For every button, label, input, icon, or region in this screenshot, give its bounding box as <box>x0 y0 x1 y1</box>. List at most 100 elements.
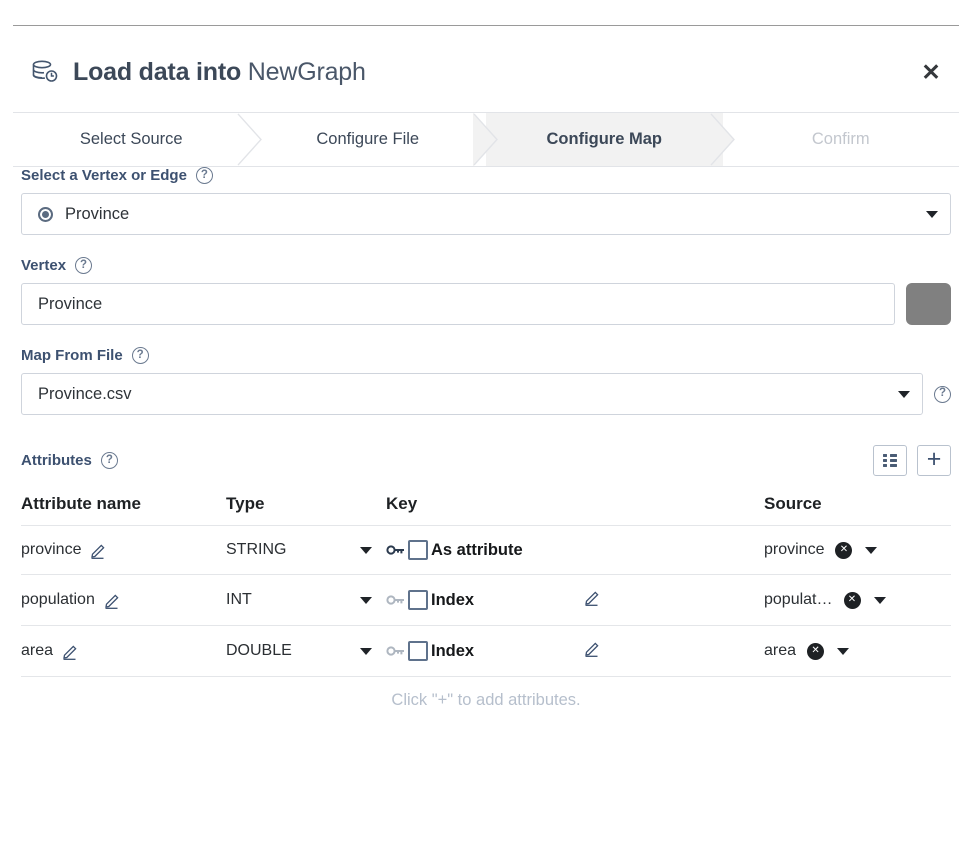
cell-type: STRING <box>226 525 386 575</box>
step-label: Confirm <box>811 130 870 148</box>
load-data-dialog: Load data into NewGraph ✕ Select Source … <box>0 0 972 860</box>
chevron-down-icon[interactable] <box>873 596 886 604</box>
key-checkbox[interactable] <box>408 540 428 560</box>
cell-source: province ✕ <box>764 525 951 575</box>
chevron-down-icon[interactable] <box>898 390 910 398</box>
step-configure-map[interactable]: Configure Map <box>486 113 735 166</box>
radio-selected-icon <box>38 206 53 222</box>
column-header-source: Source <box>764 494 951 526</box>
cell-attribute-name: area <box>21 625 226 677</box>
label-text: Attributes <box>21 452 92 469</box>
chevron-down-icon[interactable] <box>837 647 850 655</box>
cell-source: area ✕ <box>764 625 951 677</box>
attribute-name-value: province <box>21 541 82 558</box>
step-label: Configure Map <box>546 130 663 148</box>
help-icon[interactable]: ? <box>131 347 149 364</box>
step-label: Select Source <box>79 130 183 148</box>
edit-pencil-icon[interactable] <box>584 640 601 657</box>
key-label: Index <box>431 590 475 609</box>
cell-attribute-name: province <box>21 525 226 575</box>
step-select-source[interactable]: Select Source <box>13 113 262 166</box>
key-checkbox[interactable] <box>408 590 428 610</box>
key-icon <box>386 593 405 607</box>
key-icon <box>386 644 405 658</box>
edit-pencil-icon[interactable] <box>104 592 121 609</box>
cell-type: DOUBLE <box>226 625 386 677</box>
chevron-down-icon[interactable] <box>865 546 878 554</box>
map-from-file-control-row: Province.csv ? <box>21 373 951 415</box>
attributes-table-header-row: Attribute name Type Key Source <box>21 494 951 526</box>
type-value: DOUBLE <box>226 642 292 659</box>
column-header-type: Type <box>226 494 386 526</box>
step-configure-file[interactable]: Configure File <box>250 113 498 166</box>
source-value: area <box>764 642 797 659</box>
cell-key: Index <box>386 574 584 626</box>
vertex-name-input[interactable]: Province <box>21 283 895 325</box>
vertex-or-edge-select[interactable]: Province <box>21 193 951 235</box>
plus-icon: + <box>926 444 942 473</box>
cell-attribute-name: population <box>21 574 226 626</box>
chevron-down-icon[interactable] <box>926 210 938 218</box>
attributes-table: Attribute name Type Key Source province <box>21 494 951 677</box>
attributes-label: Attributes ? <box>21 452 118 469</box>
step-confirm: Confirm <box>723 113 960 166</box>
dialog-titlebar: Load data into NewGraph ✕ <box>0 40 972 104</box>
vertex-label: Vertex ? <box>21 257 951 274</box>
attributes-hint: Click "+" to add attributes. <box>391 691 581 709</box>
cell-key-edit <box>584 525 764 575</box>
cell-key-edit <box>584 625 764 677</box>
select-vertex-or-edge-control: Province <box>21 193 951 235</box>
table-row: area DOUBLE Index area ✕ <box>21 625 951 677</box>
column-header-key: Key <box>386 494 584 526</box>
vertex-color-swatch[interactable] <box>906 283 951 325</box>
add-attribute-button[interactable]: + <box>917 445 951 476</box>
attribute-name-value: population <box>21 591 95 608</box>
clear-source-icon[interactable]: ✕ <box>807 642 825 660</box>
map-from-file-value: Province.csv <box>38 384 132 403</box>
help-icon[interactable]: ? <box>75 257 93 274</box>
label-text: Map From File <box>21 347 123 364</box>
key-label: Index <box>431 641 475 660</box>
cell-type: INT <box>226 574 386 626</box>
source-value: populat… <box>764 591 833 608</box>
close-icon[interactable]: ✕ <box>916 57 946 87</box>
vertex-name-value: Province <box>38 294 103 313</box>
grid-view-icon[interactable] <box>873 445 907 476</box>
attribute-name-value: area <box>21 642 54 659</box>
key-checkbox[interactable] <box>408 641 428 661</box>
map-from-file-select[interactable]: Province.csv <box>21 373 923 415</box>
vertex-or-edge-value: Province <box>65 204 130 223</box>
cell-source: populat… ✕ <box>764 574 951 626</box>
source-value: province <box>764 541 825 558</box>
wizard-stepper: Select Source Configure File Configure M… <box>13 112 959 167</box>
dialog-title-strong: Load data into <box>73 57 242 86</box>
edit-pencil-icon[interactable] <box>584 589 601 606</box>
help-icon[interactable]: ? <box>100 452 118 469</box>
select-vertex-or-edge-label: Select a Vertex or Edge ? <box>21 167 951 184</box>
label-text: Vertex <box>21 257 67 274</box>
chevron-down-icon[interactable] <box>360 546 372 554</box>
chevron-down-icon[interactable] <box>360 647 372 655</box>
table-row: province STRING As attribute province ✕ <box>21 525 951 575</box>
configure-map-form: Select a Vertex or Edge ? Province Verte… <box>0 167 972 860</box>
map-from-file-label: Map From File ? <box>21 347 951 364</box>
database-icon <box>30 57 60 87</box>
dialog-title: Load data into NewGraph <box>73 58 366 87</box>
table-row: population INT Index populat… ✕ <box>21 574 951 626</box>
key-label: As attribute <box>431 540 523 559</box>
help-icon[interactable]: ? <box>195 167 213 184</box>
cell-key: Index <box>386 625 584 677</box>
type-value: INT <box>226 591 252 608</box>
help-icon[interactable]: ? <box>934 385 951 403</box>
dialog-title-graph-name: NewGraph <box>247 57 366 86</box>
cell-key-edit <box>584 574 764 626</box>
edit-pencil-icon[interactable] <box>90 542 107 559</box>
cell-key: As attribute <box>386 525 584 575</box>
column-header-attribute-name: Attribute name <box>21 494 226 526</box>
edit-pencil-icon[interactable] <box>62 643 79 660</box>
chevron-down-icon[interactable] <box>360 596 372 604</box>
clear-source-icon[interactable]: ✕ <box>835 541 853 559</box>
label-text: Select a Vertex or Edge <box>21 167 187 184</box>
step-label: Configure File <box>316 130 420 148</box>
clear-source-icon[interactable]: ✕ <box>843 591 861 609</box>
